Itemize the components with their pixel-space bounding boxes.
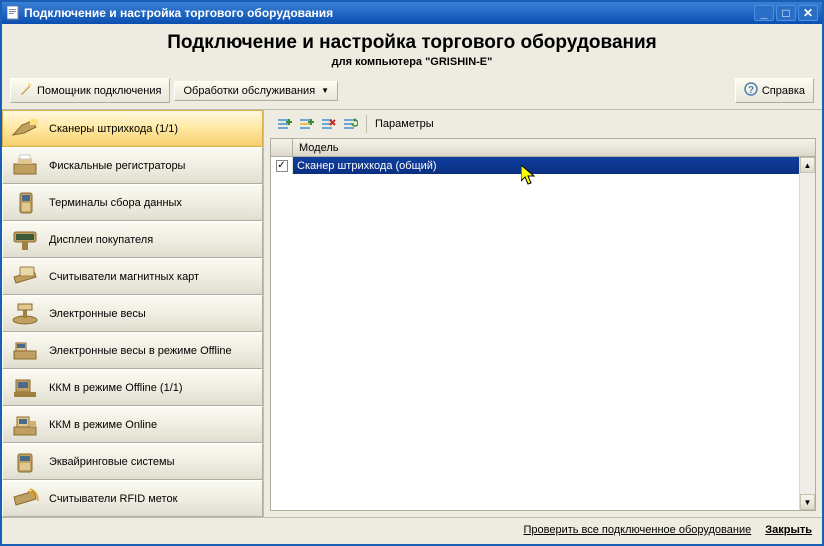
acquiring-icon	[9, 448, 41, 476]
chevron-down-icon: ▼	[321, 86, 329, 95]
rfid-reader-icon	[9, 485, 41, 513]
footer: Проверить все подключенное оборудование …	[2, 518, 822, 544]
sidebar-item-8[interactable]: ККМ в режиме Online	[2, 406, 263, 443]
grid-corner	[271, 139, 293, 157]
app-window: Подключение и настройка торгового оборуд…	[0, 0, 824, 546]
scale-icon	[9, 300, 41, 328]
column-header-model[interactable]: Модель	[293, 139, 815, 157]
window-title: Подключение и настройка торгового оборуд…	[24, 6, 754, 20]
sidebar-item-label: ККМ в режиме Offline (1/1)	[49, 382, 183, 394]
svg-text:?: ?	[748, 85, 754, 96]
sidebar-item-5[interactable]: Электронные весы	[2, 295, 263, 332]
add-row-button[interactable]	[274, 114, 294, 134]
card-reader-icon	[9, 263, 41, 291]
sidebar-item-label: Электронные весы в режиме Offline	[49, 345, 232, 357]
sidebar-item-6[interactable]: Электронные весы в режиме Offline	[2, 332, 263, 369]
data-grid[interactable]: Модель ✓ Сканер штрихкода (общий) ▲ ▼	[270, 138, 816, 511]
data-terminal-icon	[9, 189, 41, 217]
clone-row-button[interactable]	[296, 114, 316, 134]
scroll-track[interactable]	[800, 173, 815, 494]
help-button[interactable]: ? Справка	[735, 78, 814, 103]
params-label: Параметры	[375, 118, 434, 130]
connection-wizard-button[interactable]: Помощник подключения	[10, 78, 170, 103]
sidebar-item-2[interactable]: Терминалы сбора данных	[2, 184, 263, 221]
grid-body: ✓ Сканер штрихкода (общий)	[271, 157, 815, 510]
right-pane: Параметры Модель ✓ Сканер штрихкода (общи…	[264, 110, 822, 517]
sidebar-item-10[interactable]: Считыватели RFID меток	[2, 480, 263, 517]
params-toolbar: Параметры	[264, 110, 822, 138]
toolbar-divider	[366, 115, 367, 133]
page-subtitle: для компьютера "GRISHIN-E"	[12, 56, 812, 68]
close-button[interactable]: ✕	[798, 5, 818, 21]
scroll-down-button[interactable]: ▼	[800, 494, 815, 510]
row-model-cell[interactable]: Сканер штрихкода (общий)	[293, 157, 815, 174]
sidebar-item-0[interactable]: Сканеры штрихкода (1/1)	[2, 110, 263, 147]
sidebar-item-label: Дисплеи покупателя	[49, 234, 153, 246]
maintenance-label: Обработки обслуживания	[183, 85, 315, 97]
sidebar-item-label: Эквайринговые системы	[49, 456, 175, 468]
help-label: Справка	[762, 85, 805, 97]
row-checkbox-cell[interactable]: ✓	[271, 157, 293, 174]
delete-row-button[interactable]	[318, 114, 338, 134]
question-icon: ?	[744, 82, 758, 99]
barcode-scanner-icon	[9, 115, 41, 143]
content: Сканеры штрихкода (1/1) Фискальные регист…	[2, 109, 822, 518]
table-row[interactable]: ✓ Сканер штрихкода (общий)	[271, 157, 815, 174]
maximize-button[interactable]: □	[776, 5, 796, 21]
sidebar-item-label: Фискальные регистраторы	[49, 160, 185, 172]
scale-offline-icon	[9, 337, 41, 365]
document-icon	[6, 6, 20, 20]
kkm-online-icon	[9, 411, 41, 439]
scroll-up-button[interactable]: ▲	[800, 157, 815, 173]
verify-all-link[interactable]: Проверить все подключенное оборудование	[523, 524, 751, 536]
sidebar-item-label: Считыватели RFID меток	[49, 493, 177, 505]
wizard-label: Помощник подключения	[37, 85, 161, 97]
close-link[interactable]: Закрыть	[765, 524, 812, 536]
sidebar-item-label: Терминалы сбора данных	[49, 197, 182, 209]
kkm-offline-icon	[9, 374, 41, 402]
top-toolbar: Помощник подключения Обработки обслужива…	[2, 74, 822, 109]
sidebar-item-label: ККМ в режиме Online	[49, 419, 157, 431]
sidebar-item-4[interactable]: Считыватели магнитных карт	[2, 258, 263, 295]
sidebar-item-3[interactable]: Дисплеи покупателя	[2, 221, 263, 258]
checkbox[interactable]: ✓	[276, 160, 288, 172]
page-title: Подключение и настройка торгового оборуд…	[12, 32, 812, 54]
sidebar-item-1[interactable]: Фискальные регистраторы	[2, 147, 263, 184]
sidebar-item-label: Сканеры штрихкода (1/1)	[49, 123, 178, 135]
sidebar-item-label: Электронные весы	[49, 308, 146, 320]
sidebar-item-label: Считыватели магнитных карт	[49, 271, 199, 283]
titlebar[interactable]: Подключение и настройка торгового оборуд…	[2, 2, 822, 24]
minimize-button[interactable]: _	[754, 5, 774, 21]
refresh-button[interactable]	[340, 114, 360, 134]
vertical-scrollbar[interactable]: ▲ ▼	[799, 157, 815, 510]
fiscal-printer-icon	[9, 152, 41, 180]
grid-header: Модель	[271, 139, 815, 157]
wizard-wand-icon	[19, 82, 33, 99]
window-controls: _ □ ✕	[754, 5, 818, 21]
sidebar-item-7[interactable]: ККМ в режиме Offline (1/1)	[2, 369, 263, 406]
header: Подключение и настройка торгового оборуд…	[2, 24, 822, 74]
sidebar-item-9[interactable]: Эквайринговые системы	[2, 443, 263, 480]
maintenance-dropdown[interactable]: Обработки обслуживания ▼	[174, 81, 338, 101]
sidebar: Сканеры штрихкода (1/1) Фискальные регист…	[2, 110, 264, 517]
customer-display-icon	[9, 226, 41, 254]
